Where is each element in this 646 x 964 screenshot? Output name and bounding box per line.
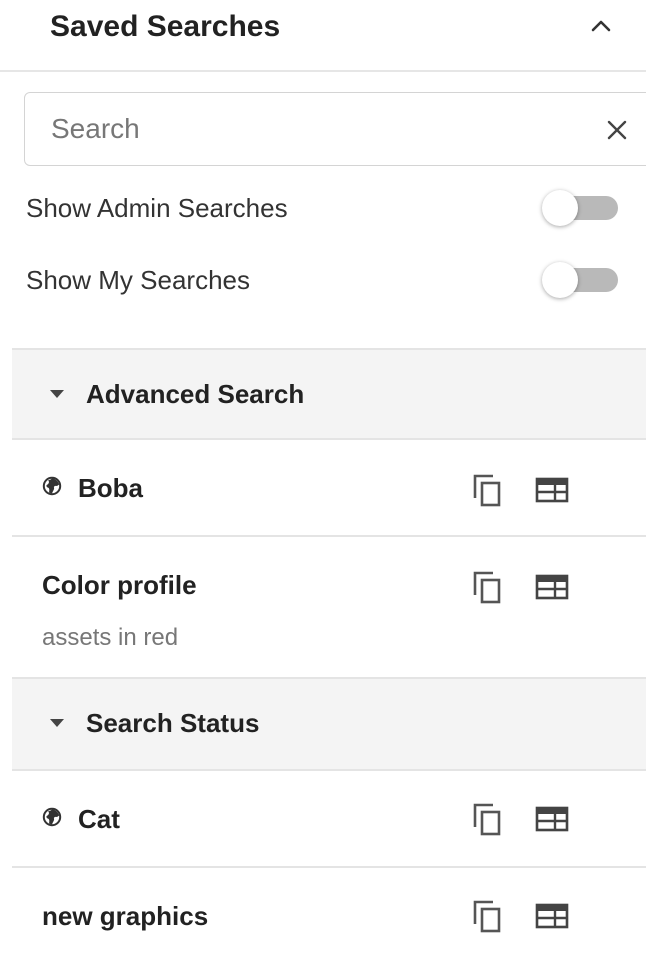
caret-down-icon	[50, 390, 64, 398]
group-title: Search Status	[86, 708, 260, 738]
saved-search-title: Cat	[78, 804, 120, 834]
panel-view-icon	[535, 903, 569, 929]
clear-search-button[interactable]	[597, 111, 637, 149]
chevron-up-icon	[591, 20, 611, 32]
group-title: Advanced Search	[86, 379, 305, 409]
copy-icon	[473, 474, 501, 507]
panel-view-icon	[535, 806, 569, 832]
saved-search-item-new-graphics[interactable]: new graphics	[12, 868, 646, 964]
duplicate-search-button[interactable]	[468, 896, 508, 936]
collapse-button[interactable]	[578, 6, 624, 46]
view-search-button[interactable]	[532, 470, 572, 510]
show-admin-searches-toggle[interactable]	[542, 190, 618, 226]
show-my-searches-toggle[interactable]	[542, 262, 618, 298]
saved-search-item-boba[interactable]: Boba	[12, 440, 646, 537]
group-header-advanced-search[interactable]: Advanced Search	[12, 350, 646, 440]
panel-view-icon	[535, 477, 569, 503]
toggle-row-admin-searches: Show Admin Searches	[0, 188, 646, 228]
copy-icon	[473, 803, 501, 836]
switch-thumb	[542, 190, 578, 226]
globe-icon	[42, 807, 62, 827]
toggle-label-admin-searches: Show Admin Searches	[26, 193, 288, 223]
saved-search-title: new graphics	[42, 901, 209, 931]
saved-searches-list: Advanced Search Boba Color profile asset…	[12, 348, 646, 964]
close-icon	[607, 120, 627, 140]
caret-down-icon	[50, 719, 64, 727]
saved-search-item-color-profile[interactable]: Color profile assets in red	[12, 537, 646, 679]
group-header-search-status[interactable]: Search Status	[12, 679, 646, 771]
saved-search-title: Color profile	[42, 570, 197, 600]
panel-header: Saved Searches	[0, 0, 646, 72]
duplicate-search-button[interactable]	[468, 567, 508, 607]
panel-view-icon	[535, 574, 569, 600]
view-search-button[interactable]	[532, 567, 572, 607]
saved-search-description: assets in red	[42, 624, 179, 651]
copy-icon	[473, 571, 501, 604]
toggle-row-my-searches: Show My Searches	[0, 260, 646, 300]
duplicate-search-button[interactable]	[468, 799, 508, 839]
copy-icon	[473, 900, 501, 933]
toggle-label-my-searches: Show My Searches	[26, 265, 250, 295]
saved-search-title: Boba	[78, 473, 143, 503]
view-search-button[interactable]	[532, 896, 572, 936]
view-search-button[interactable]	[532, 799, 572, 839]
search-box	[24, 92, 646, 166]
globe-icon	[42, 476, 62, 496]
duplicate-search-button[interactable]	[468, 470, 508, 510]
saved-search-item-cat[interactable]: Cat	[12, 771, 646, 868]
panel-title: Saved Searches	[50, 10, 281, 43]
search-input[interactable]	[51, 109, 571, 149]
switch-thumb	[542, 262, 578, 298]
